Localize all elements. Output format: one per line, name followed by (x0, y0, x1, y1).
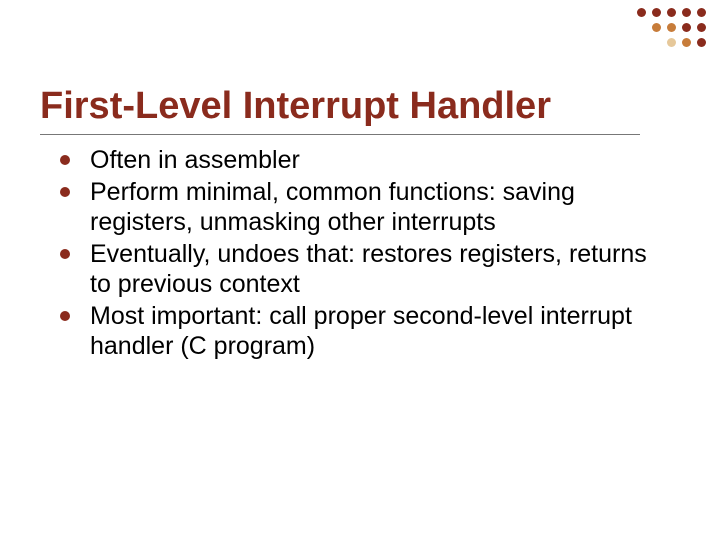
deco-dot (682, 38, 691, 47)
list-item: Perform minimal, common functions: savin… (60, 177, 660, 237)
deco-dot (667, 23, 676, 32)
bullet-text: Perform minimal, common functions: savin… (90, 177, 660, 237)
deco-dot (667, 38, 676, 47)
list-item: Eventually, undoes that: restores regist… (60, 239, 660, 299)
deco-dot (682, 23, 691, 32)
deco-dot (697, 38, 706, 47)
deco-dot (652, 8, 661, 17)
deco-dot (652, 23, 661, 32)
bullet-text: Most important: call proper second-level… (90, 301, 660, 361)
bullet-text: Eventually, undoes that: restores regist… (90, 239, 660, 299)
deco-dot (682, 8, 691, 17)
bullet-icon (60, 187, 70, 197)
deco-dot (667, 8, 676, 17)
list-item: Most important: call proper second-level… (60, 301, 660, 361)
deco-dot (637, 8, 646, 17)
list-item: Often in assembler (60, 145, 660, 175)
bullet-text: Often in assembler (90, 145, 300, 175)
corner-decoration (637, 8, 706, 53)
deco-dot (697, 8, 706, 17)
slide-title: First-Level Interrupt Handler (40, 85, 640, 135)
bullet-icon (60, 155, 70, 165)
bullet-icon (60, 249, 70, 259)
deco-dot (697, 23, 706, 32)
bullet-icon (60, 311, 70, 321)
slide-body: Often in assembler Perform minimal, comm… (60, 145, 660, 363)
